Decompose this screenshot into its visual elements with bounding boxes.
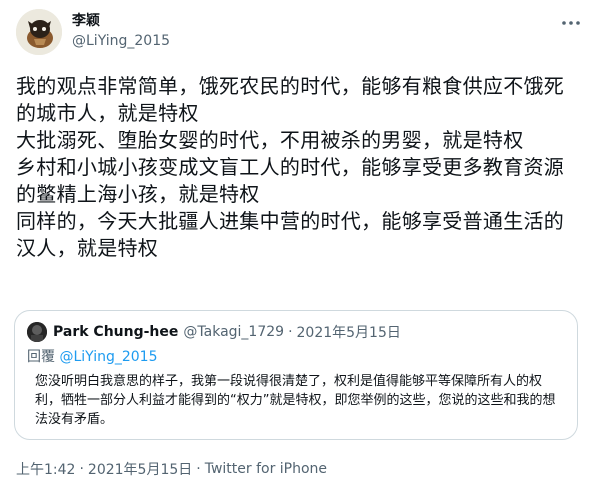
quoted-author-username[interactable]: @Takagi_1729: [183, 324, 284, 340]
reply-context: 回覆 @LiYing_2015: [27, 346, 157, 366]
tweet-card: 李颖 @LiYing_2015 我的观点非常简单，饿死农民的时代，能够有粮食供应…: [0, 0, 601, 484]
quoted-tweet-header: Park Chung-hee @Takagi_1729 · 2021年5月15日: [27, 322, 401, 342]
quoted-tweet-text: 您没听明白我意思的样子，我第一段说得很清楚了，权利是值得能够平等保障所有人的权利…: [35, 374, 556, 427]
more-icon[interactable]: [561, 13, 581, 33]
footer-separator: ·: [196, 461, 201, 477]
footer-separator: ·: [79, 461, 84, 477]
quoted-tweet-date[interactable]: 2021年5月15日: [297, 322, 401, 342]
tweet-date[interactable]: 2021年5月15日: [88, 459, 192, 479]
author-username[interactable]: @LiYing_2015: [72, 31, 170, 51]
quoted-author-avatar[interactable]: [27, 322, 47, 342]
tweet-paragraph: 我的观点非常简单，饿死农民的时代，能够有粮食供应不饿死的城市人，就是特权: [16, 74, 565, 125]
tweet-text: 我的观点非常简单，饿死农民的时代，能够有粮食供应不饿死的城市人，就是特权 大批溺…: [16, 73, 576, 262]
quoted-tweet[interactable]: Park Chung-hee @Takagi_1729 · 2021年5月15日…: [14, 310, 578, 440]
quoted-meta-separator: ·: [288, 324, 293, 340]
author-names: 李颖 @LiYing_2015: [72, 12, 170, 51]
tweet-header: 李颖 @LiYing_2015: [16, 9, 585, 57]
quoted-author-display-name[interactable]: Park Chung-hee: [53, 324, 178, 340]
tweet-paragraph: 大批溺死、堕胎女婴的时代，不用被杀的男婴，就是特权: [16, 128, 524, 152]
reply-to-link[interactable]: @LiYing_2015: [59, 349, 157, 365]
author-display-name[interactable]: 李颖: [72, 12, 170, 30]
author-avatar[interactable]: [16, 9, 62, 55]
reply-prefix: 回覆: [27, 349, 55, 365]
tweet-time[interactable]: 上午1:42: [16, 459, 75, 479]
tweet-paragraph: 同样的，今天大批疆人进集中营的时代，能够享受普通生活的汉人，就是特权: [16, 209, 565, 260]
tweet-paragraph: 乡村和小城小孩变成文盲工人的时代，能够享受更多教育资源的鳖精上海小孩，就是特权: [16, 155, 565, 206]
tweet-source[interactable]: Twitter for iPhone: [205, 461, 327, 477]
tweet-footer: 上午1:42 · 2021年5月15日 · Twitter for iPhone: [16, 459, 327, 479]
